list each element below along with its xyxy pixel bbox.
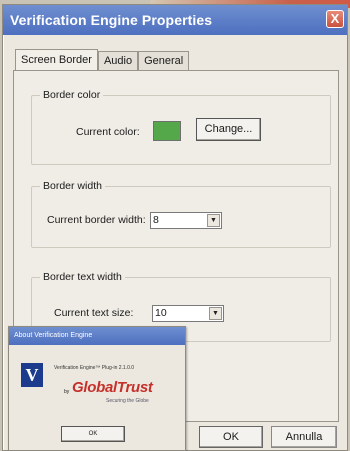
- tab-screen-border[interactable]: Screen Border: [15, 49, 98, 71]
- about-version-text: Verification Engine™ Plug-in 2.1.0.0: [54, 365, 135, 371]
- border-text-width-group-label: Border text width: [40, 271, 125, 283]
- change-color-button[interactable]: Change...: [196, 118, 261, 141]
- close-button[interactable]: X: [326, 10, 344, 28]
- about-tagline: Securing the Globe: [106, 398, 149, 404]
- cancel-button[interactable]: Annulla: [271, 426, 337, 448]
- globaltrust-logo: GlobalTrust: [72, 379, 153, 396]
- chevron-down-icon[interactable]: ▼: [207, 214, 220, 227]
- about-title-bar[interactable]: About Verification Engine: [9, 327, 185, 345]
- about-dialog: About Verification Engine V Verification…: [8, 326, 186, 451]
- text-size-select[interactable]: 10 ▼: [152, 305, 224, 322]
- ok-button[interactable]: OK: [199, 426, 263, 448]
- tab-audio[interactable]: Audio: [97, 51, 139, 71]
- about-ok-button[interactable]: OK: [61, 426, 125, 442]
- border-width-label: Current border width:: [47, 214, 146, 226]
- border-width-select[interactable]: 8 ▼: [150, 212, 222, 229]
- verification-logo: V: [21, 363, 43, 387]
- border-color-group: Border color Current color: Change...: [31, 89, 331, 165]
- border-width-value: 8: [153, 214, 159, 226]
- tab-general[interactable]: General: [138, 51, 190, 71]
- text-size-value: 10: [155, 307, 167, 319]
- tab-strip: Screen Border Audio General: [15, 49, 190, 71]
- current-color-label: Current color:: [76, 126, 140, 138]
- close-icon: X: [330, 11, 340, 26]
- text-size-label: Current text size:: [54, 307, 134, 319]
- window-title: Verification Engine Properties: [10, 12, 213, 28]
- chevron-down-icon[interactable]: ▼: [209, 307, 222, 320]
- color-swatch[interactable]: [153, 121, 181, 141]
- title-bar[interactable]: Verification Engine Properties X: [3, 5, 347, 35]
- border-width-group-label: Border width: [40, 180, 105, 192]
- about-by-text: by: [64, 389, 70, 395]
- border-color-group-label: Border color: [40, 89, 104, 101]
- border-width-group: Border width Current border width: 8 ▼: [31, 180, 331, 248]
